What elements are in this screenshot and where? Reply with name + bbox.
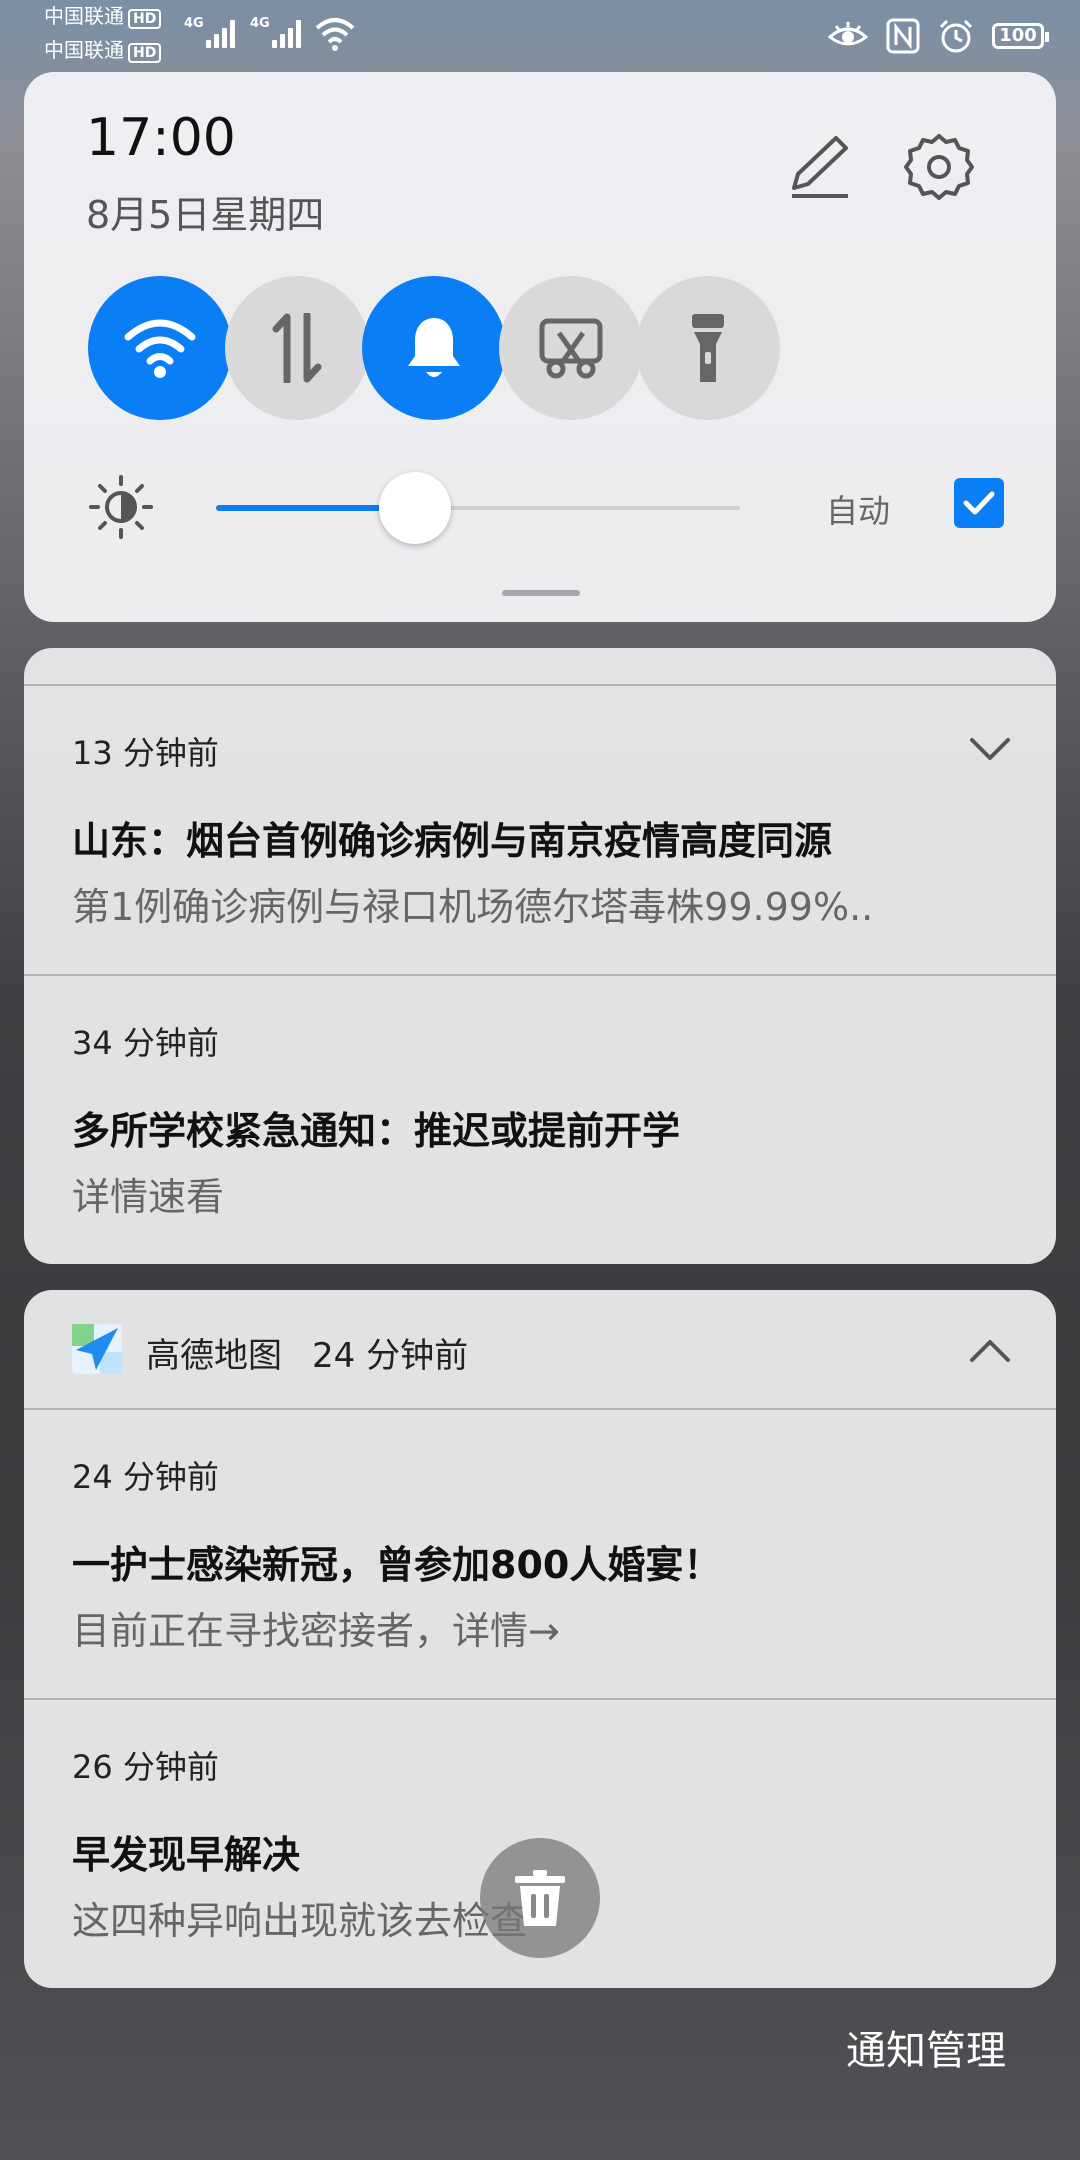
divider xyxy=(24,1408,1056,1410)
trash-icon xyxy=(515,1870,565,1926)
notification-title[interactable]: 一护士感染新冠，曾参加800人婚宴！ xyxy=(72,1534,721,1589)
eye-comfort-icon xyxy=(828,22,868,46)
chevron-up-icon[interactable] xyxy=(968,1336,1012,1366)
notification-time: 34 分钟前 xyxy=(72,1024,219,1062)
notification-time: 24 分钟前 xyxy=(72,1458,219,1496)
mobile-data-icon xyxy=(272,313,322,383)
divider xyxy=(24,974,1056,976)
notification-group-news: 13 分钟前 山东：烟台首例确诊病例与南京疫情高度同源 第1例确诊病例与禄口机场… xyxy=(24,648,1056,1264)
battery-icon: 100 xyxy=(992,23,1049,49)
pencil-icon xyxy=(792,136,848,198)
network-type-2: 4G xyxy=(250,16,270,31)
flashlight-icon xyxy=(692,314,724,382)
edit-tiles-button[interactable] xyxy=(784,132,854,202)
clear-all-button[interactable] xyxy=(480,1838,600,1958)
carrier-2: 中国联通 HD xyxy=(44,38,162,63)
carrier-2-label: 中国联通 xyxy=(44,38,124,62)
notification-time: 26 分钟前 xyxy=(72,1748,219,1786)
notification-title[interactable]: 早发现早解决 xyxy=(72,1824,300,1879)
network-type-1: 4G xyxy=(184,16,204,31)
tile-wifi[interactable] xyxy=(88,276,232,420)
wifi-status-icon xyxy=(315,18,355,51)
screenshot-icon xyxy=(539,318,603,379)
tile-screenshot[interactable] xyxy=(499,276,643,420)
check-icon xyxy=(963,491,995,515)
notification-time: 13 分钟前 xyxy=(72,734,219,772)
auto-brightness-label: 自动 xyxy=(826,492,891,530)
gear-icon xyxy=(904,134,974,200)
tile-sound[interactable] xyxy=(362,276,506,420)
alarm-icon xyxy=(939,19,973,53)
auto-brightness-checkbox[interactable] xyxy=(954,478,1004,528)
app-time: 24 分钟前 xyxy=(312,1336,469,1376)
status-bar: 中国联通 HD 中国联通 HD 4G 4G 100 xyxy=(0,0,1080,70)
tile-flashlight[interactable] xyxy=(636,276,780,420)
notification-title[interactable]: 多所学校紧急通知：推迟或提前开学 xyxy=(72,1100,680,1155)
settings-button[interactable] xyxy=(904,132,974,202)
carrier-1-label: 中国联通 xyxy=(44,4,124,28)
notification-body[interactable]: 目前正在寻找密接者，详情→ xyxy=(72,1600,952,1655)
notification-management-link[interactable]: 通知管理 xyxy=(846,2018,1006,2076)
divider xyxy=(24,684,1056,686)
status-icons-right: 100 xyxy=(828,14,1049,58)
hd-badge-2: HD xyxy=(128,43,162,63)
tile-mobile-data[interactable] xyxy=(225,276,369,420)
hd-badge: HD xyxy=(128,9,162,29)
panel-drag-handle[interactable] xyxy=(502,590,580,596)
carrier-1: 中国联通 HD xyxy=(44,4,162,29)
notification-title[interactable]: 山东：烟台首例确诊病例与南京疫情高度同源 xyxy=(72,810,832,865)
notification-body[interactable]: 详情速看 xyxy=(72,1166,952,1221)
quick-settings-panel: 17:00 8月5日星期四 自动 xyxy=(24,72,1056,622)
brightness-icon xyxy=(88,474,154,540)
bell-icon xyxy=(408,318,460,377)
brightness-knob[interactable] xyxy=(379,472,452,544)
brightness-slider[interactable] xyxy=(216,472,740,544)
chevron-down-icon[interactable] xyxy=(968,734,1012,764)
divider xyxy=(24,1698,1056,1700)
clock-date: 8月5日星期四 xyxy=(86,193,325,237)
nfc-icon xyxy=(886,18,920,54)
notification-body[interactable]: 第1例确诊病例与禄口机场德尔塔毒株99.99%.. xyxy=(72,876,952,931)
app-name: 高德地图 xyxy=(146,1336,282,1376)
clock-time: 17:00 xyxy=(86,108,236,168)
wifi-icon xyxy=(124,319,196,378)
amap-app-icon xyxy=(72,1324,122,1374)
